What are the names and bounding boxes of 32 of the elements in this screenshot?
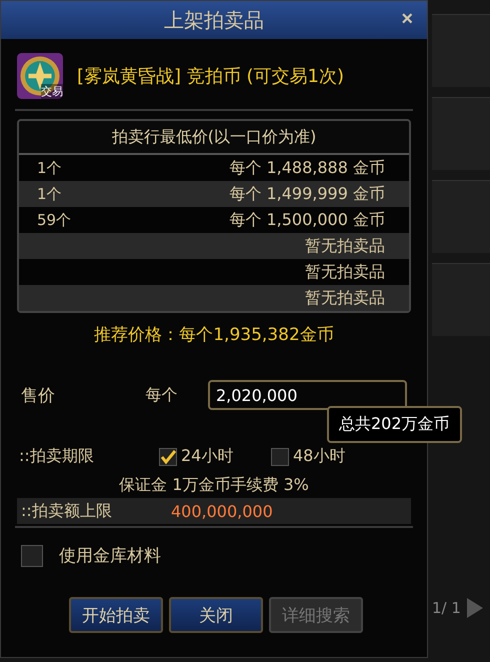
limit-label: ::拍卖额上限: [21, 500, 113, 522]
limit-value: 400,000,000: [171, 502, 273, 520]
quantity-text: 1个: [37, 184, 62, 204]
checkbox[interactable]: [271, 448, 289, 466]
price-text: 每个 1,499,999 金币: [229, 184, 385, 204]
vault-label: 使用金库材料: [59, 545, 161, 567]
recommended-price: 推荐价格：每个1,935,382金币: [93, 324, 335, 347]
total-tooltip: 总共202万金币: [327, 406, 462, 443]
action-button[interactable]: 开始拍卖: [69, 597, 163, 633]
trade-badge: 交易: [41, 84, 63, 99]
close-button[interactable]: ×: [397, 8, 417, 31]
page-indicator: 1/ 1: [432, 599, 461, 617]
empty-text: 暂无拍卖品: [305, 236, 385, 256]
option-label: 48小时: [293, 446, 346, 467]
quantity-text: 59个: [37, 210, 72, 230]
coin-emblem-icon[interactable]: 交易: [17, 53, 63, 99]
window-title: 上架拍卖品: [164, 6, 264, 34]
fees-text: 保证金 1万金币手续费 3%: [118, 474, 310, 496]
item-name: [雾岚黄昏战] 竞拍币 (可交易1次): [77, 65, 344, 88]
price-text: 每个 1,488,888 金币: [229, 158, 385, 178]
checkbox[interactable]: [159, 448, 177, 466]
empty-text: 暂无拍卖品: [305, 288, 385, 308]
option-label: 24小时: [181, 446, 234, 467]
per-unit-label: 每个: [146, 384, 179, 406]
empty-text: 暂无拍卖品: [305, 262, 385, 282]
price-text: 每个 1,500,000 金币: [229, 210, 385, 230]
action-button[interactable]: 关闭: [169, 597, 263, 633]
price-label: 售价: [21, 384, 56, 406]
next-arrow-icon[interactable]: [464, 596, 485, 620]
checkbox[interactable]: [21, 544, 43, 566]
quantity-text: 1个: [37, 158, 62, 178]
duration-label: ::拍卖期限: [19, 446, 95, 467]
